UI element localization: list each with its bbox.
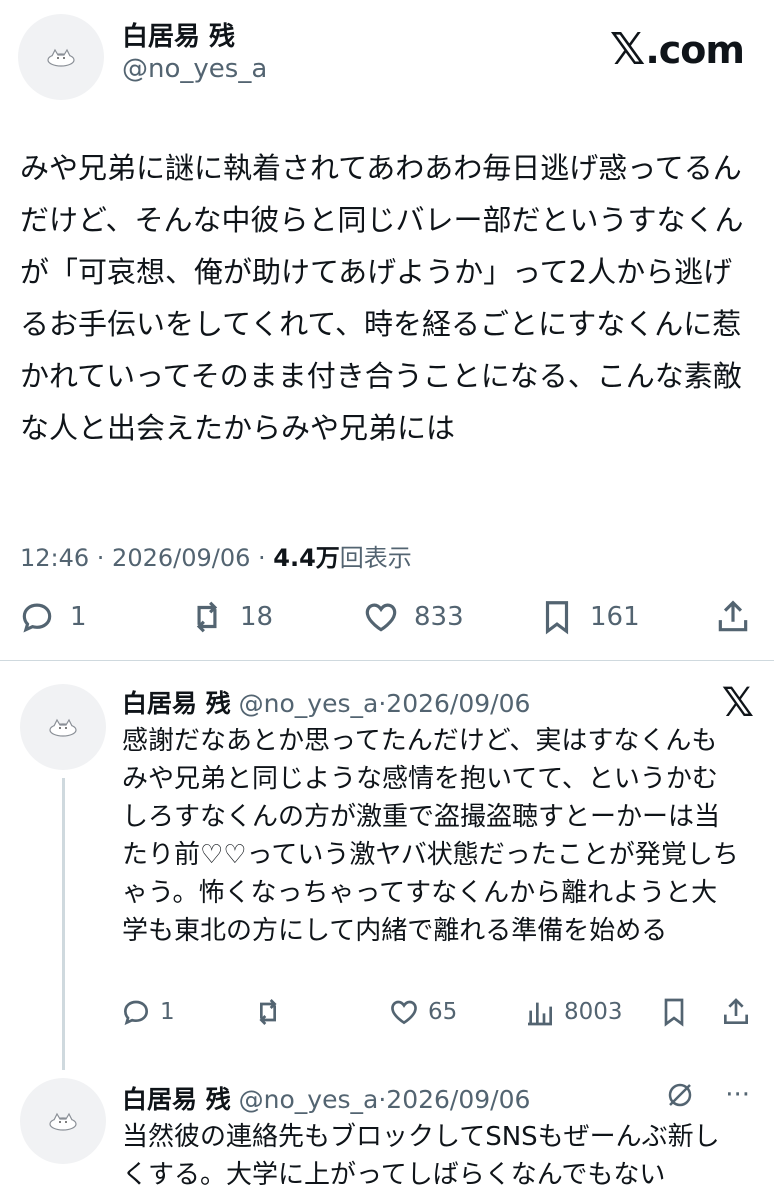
reply-avatar[interactable] — [20, 684, 106, 770]
repost-button[interactable] — [252, 996, 284, 1028]
tweet-action-bar: 1 18 833 161 — [18, 598, 756, 646]
reply-header: 白居易 残 @no_yes_a·2026/09/06 — [122, 1080, 530, 1116]
grok-icon[interactable] — [665, 1080, 695, 1110]
author-name[interactable]: 白居易 残 — [122, 16, 235, 53]
like-count: 833 — [414, 602, 464, 632]
bookmark-icon — [664, 998, 684, 1027]
tweet-timestamp[interactable]: 12:46 · 2026/09/06 · — [20, 544, 273, 572]
x-icon: 𝕏 — [721, 680, 754, 726]
reply-button[interactable]: 1 — [18, 598, 87, 636]
share-icon — [724, 998, 748, 1024]
share-button[interactable] — [720, 996, 752, 1028]
reply-icon — [123, 1000, 149, 1026]
reply-avatar[interactable] — [20, 1078, 106, 1164]
tweet-text: みや兄弟に謎に執着されてあわあわ毎日逃げ惑ってるんだけど、そんな中彼らと同じバレ… — [20, 151, 744, 445]
reply-handle[interactable]: @no_yes_a — [239, 689, 379, 718]
bookmark-button[interactable] — [658, 996, 690, 1028]
reply-header: 白居易 残 @no_yes_a·2026/09/06 — [122, 684, 530, 720]
share-icon — [718, 600, 748, 632]
reply-button[interactable]: 1 — [120, 996, 175, 1028]
reply-count: 1 — [70, 602, 87, 632]
reply-action-bar: 1 65 8003 — [120, 996, 756, 1036]
view-count: 8003 — [564, 999, 623, 1025]
avatar-illustration — [47, 48, 75, 67]
bookmark-icon — [545, 601, 569, 635]
like-button[interactable]: 833 — [362, 598, 464, 636]
reply-count: 1 — [160, 999, 175, 1025]
thread-connector — [62, 778, 65, 1070]
reply-top-icons: ··· — [665, 1080, 750, 1110]
analytics-icon — [528, 1002, 552, 1026]
reply-icon — [22, 603, 52, 633]
avatar-illustration — [49, 718, 77, 737]
brand-text: .com — [645, 27, 745, 72]
like-count: 65 — [428, 999, 458, 1025]
reply-author-name[interactable]: 白居易 残 — [122, 1085, 231, 1114]
heart-icon — [365, 603, 397, 632]
x-icon: 𝕏 — [609, 24, 645, 75]
views-button[interactable]: 8003 — [524, 996, 623, 1028]
bookmark-button[interactable]: 161 — [538, 598, 640, 636]
heart-icon — [391, 1000, 417, 1025]
more-options-icon[interactable]: ··· — [725, 1080, 750, 1110]
repost-icon — [259, 999, 277, 1025]
view-count: 4.4万 — [273, 544, 340, 572]
author-handle[interactable]: @no_yes_a — [122, 54, 267, 84]
bookmark-count: 161 — [590, 602, 640, 632]
x-com-logo: 𝕏 .com — [609, 24, 745, 75]
tweet-meta: 12:46 · 2026/09/06 · 4.4万回表示 — [20, 538, 412, 573]
repost-button[interactable]: 18 — [188, 598, 273, 636]
reply-date[interactable]: ·2026/09/06 — [378, 689, 530, 718]
divider — [0, 660, 774, 661]
like-button[interactable]: 65 — [388, 996, 457, 1028]
avatar-illustration — [49, 1112, 77, 1131]
author-avatar[interactable] — [18, 14, 104, 100]
repost-count: 18 — [240, 602, 274, 632]
reply-handle[interactable]: @no_yes_a — [239, 1085, 379, 1114]
repost-icon — [196, 601, 218, 633]
reply-author-name[interactable]: 白居易 残 — [122, 689, 231, 718]
share-button[interactable] — [714, 598, 752, 636]
reply-text: 感謝だなあとか思ってたんだけど、実はすなくんもみや兄弟と同じような感情を抱いてて… — [122, 726, 739, 946]
view-label: 回表示 — [339, 544, 412, 572]
reply-date[interactable]: ·2026/09/06 — [378, 1085, 530, 1114]
reply-text: 当然彼の連絡先もブロックしてSNSもぜーんぶ新しくする。大学に上がってしばらくな… — [122, 1122, 720, 1190]
